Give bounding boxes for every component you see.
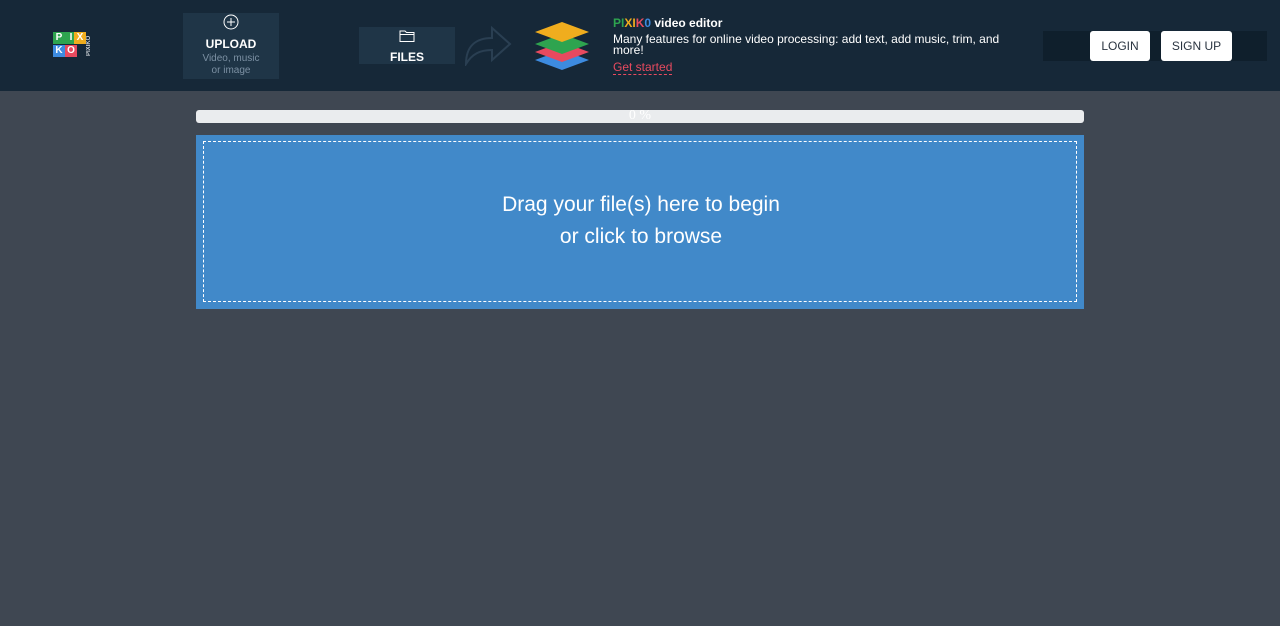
signup-button[interactable]: SIGN UP (1161, 31, 1232, 61)
arrow-icon (464, 25, 512, 66)
upload-sublabel: Video, music or image (183, 53, 279, 77)
upload-label: UPLOAD (205, 37, 257, 51)
promo-title: PIXIK0 video editor (613, 16, 722, 30)
folder-icon (399, 30, 415, 42)
upload-sublabel-line1: Video, music (202, 53, 260, 64)
top-bar: P I X K O PIXIKO UPLOAD Video, music or … (0, 0, 1280, 91)
logo-cell: O (65, 45, 77, 57)
upload-sublabel-line2: or image (211, 65, 251, 76)
dropzone-border: Drag your file(s) here to begin or click… (203, 141, 1077, 302)
brand-letters: PI (613, 16, 625, 30)
layers-icon (535, 22, 589, 70)
logo-vertical-text: PIXIKO (86, 35, 92, 56)
plus-circle-icon (223, 14, 239, 30)
file-dropzone[interactable]: Drag your file(s) here to begin or click… (196, 135, 1084, 309)
dropzone-text-line2: or click to browse (559, 225, 723, 248)
pixiko-logo[interactable]: P I X K O PIXIKO (53, 32, 93, 59)
progress-text: 0 % (628, 108, 652, 123)
files-button[interactable]: FILES (359, 27, 455, 64)
auth-area (1043, 31, 1267, 61)
dropzone-text-line1: Drag your file(s) here to begin (502, 193, 780, 216)
brand-letters: XI (624, 16, 636, 30)
upload-progress-bar: 0 % (196, 108, 1084, 123)
logo-cell: P (53, 32, 65, 44)
get-started-link[interactable]: Get started (613, 60, 673, 75)
promo-description: Many features for online video processin… (613, 32, 1000, 57)
files-label: FILES (389, 50, 424, 64)
upload-button[interactable]: UPLOAD Video, music or image (183, 13, 279, 79)
promo-title-suffix: video editor (651, 16, 723, 30)
logo-cell: X (74, 32, 86, 44)
login-button[interactable]: LOGIN (1090, 31, 1150, 61)
logo-cell: K (53, 45, 65, 57)
